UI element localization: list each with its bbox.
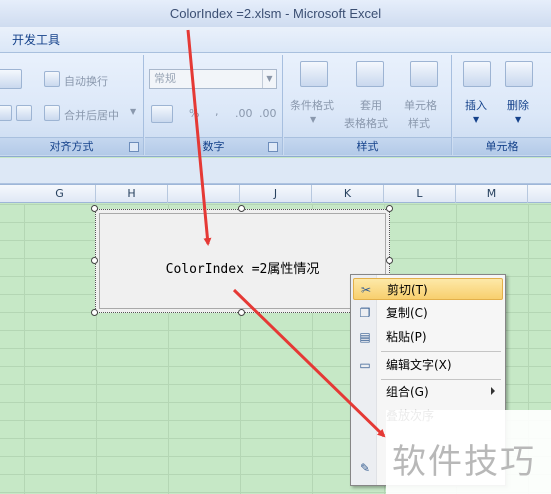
copy-icon: ❐	[359, 306, 371, 320]
column-header-l[interactable]: L	[384, 185, 456, 203]
cell-styles-icon[interactable]	[410, 61, 438, 87]
column-header-k[interactable]: K	[312, 185, 384, 203]
styles-group-label: 样式	[284, 137, 451, 155]
wrap-text-button[interactable]: 自动换行	[64, 73, 108, 89]
menu-item-cut-label: 剪切(T)	[387, 283, 428, 297]
menu-item-edit-text[interactable]: ▭ 编辑文字(X)	[353, 354, 503, 376]
watermark: 软件技巧	[386, 410, 551, 494]
resize-handle-bl[interactable]	[91, 309, 98, 316]
delete-dropdown-icon[interactable]: ▼	[515, 115, 521, 124]
merge-dropdown-icon[interactable]: ▼	[130, 107, 136, 116]
menu-item-paste[interactable]: ▤ 粘贴(P)	[353, 326, 503, 348]
menu-separator	[381, 379, 501, 380]
edit-text-icon: ▭	[359, 358, 371, 372]
indent-increase-icon[interactable]	[16, 105, 32, 121]
column-header-g[interactable]: G	[24, 185, 96, 203]
column-header-h[interactable]: H	[96, 185, 168, 203]
menu-item-paste-label: 粘贴(P)	[386, 330, 427, 344]
delete-button[interactable]: 删除	[507, 97, 529, 113]
number-launcher-icon[interactable]	[268, 142, 278, 152]
orientation-icon[interactable]	[0, 69, 22, 89]
window-title: ColorIndex =2.xlsm - Microsoft Excel	[0, 0, 551, 27]
table-format-icon[interactable]	[356, 61, 384, 87]
indent-decrease-icon[interactable]	[0, 105, 12, 121]
menu-item-edit-text-label: 编辑文字(X)	[386, 358, 452, 372]
cells-group: 插入 ▼ 删除 ▼ 单元格	[453, 55, 551, 155]
formula-bar-area	[0, 158, 551, 184]
ribbon: 自动换行 合并后居中 ▼ 对齐方式 常规 ▼ % , .00 .00 数字 条件…	[0, 53, 551, 157]
tab-developer[interactable]: 开发工具	[6, 27, 66, 53]
text-shape[interactable]: ColorIndex =2属性情况	[95, 209, 390, 313]
cell-styles-line1[interactable]: 单元格	[404, 97, 437, 113]
conditional-dropdown-icon[interactable]: ▼	[310, 115, 316, 124]
resize-handle-mr[interactable]	[386, 257, 393, 264]
merge-center-icon[interactable]	[44, 105, 60, 121]
number-format-value: 常规	[154, 72, 176, 85]
merge-center-button[interactable]: 合并后居中	[64, 107, 119, 123]
resize-handle-tr[interactable]	[386, 205, 393, 212]
menu-bar: 开发工具	[0, 27, 551, 53]
comma-button[interactable]: ,	[215, 105, 219, 118]
column-header-j[interactable]: J	[240, 185, 312, 203]
currency-icon[interactable]	[151, 105, 173, 123]
menu-item-group-label: 组合(G)	[386, 385, 429, 399]
column-header-row: G H I J K L M	[0, 184, 551, 203]
insert-icon[interactable]	[463, 61, 491, 87]
resize-handle-ml[interactable]	[91, 257, 98, 264]
menu-separator	[381, 351, 501, 352]
wrap-text-icon[interactable]	[44, 71, 60, 87]
menu-item-copy-label: 复制(C)	[386, 306, 428, 320]
insert-dropdown-icon[interactable]: ▼	[473, 115, 479, 124]
alignment-launcher-icon[interactable]	[129, 142, 139, 152]
watermark-text: 软件技巧	[392, 442, 536, 482]
number-format-select[interactable]: 常规 ▼	[149, 69, 277, 89]
column-header-m[interactable]: M	[456, 185, 528, 203]
scissors-icon: ✂	[360, 283, 372, 297]
resize-handle-bm[interactable]	[238, 309, 245, 316]
grid-line	[24, 204, 25, 494]
table-format-line2[interactable]: 表格格式	[344, 115, 388, 131]
menu-item-cut[interactable]: ✂ 剪切(T)	[353, 278, 503, 300]
column-header-i[interactable]: I	[168, 185, 240, 203]
decrease-decimal-button[interactable]: .00	[259, 107, 277, 120]
chevron-down-icon: ▼	[262, 70, 276, 88]
resize-handle-tm[interactable]	[238, 205, 245, 212]
number-group-label: 数字	[145, 137, 282, 155]
submenu-arrow-icon	[491, 387, 495, 395]
shape-body: ColorIndex =2属性情况	[99, 213, 386, 309]
percent-button[interactable]: %	[189, 107, 199, 120]
increase-decimal-button[interactable]: .00	[235, 107, 253, 120]
format-brush-icon: ✎	[359, 461, 371, 475]
menu-item-copy[interactable]: ❐ 复制(C)	[353, 302, 503, 324]
alignment-group: 自动换行 合并后居中 ▼ 对齐方式	[0, 55, 144, 155]
insert-button[interactable]: 插入	[465, 97, 487, 113]
cells-group-label: 单元格	[453, 137, 551, 155]
conditional-format-button[interactable]: 条件格式	[290, 97, 334, 113]
conditional-format-icon[interactable]	[300, 61, 328, 87]
shape-text: ColorIndex =2属性情况	[165, 262, 320, 277]
alignment-group-label: 对齐方式	[0, 137, 143, 155]
styles-group: 条件格式 ▼ 套用 表格格式 单元格 样式 样式	[284, 55, 452, 155]
delete-icon[interactable]	[505, 61, 533, 87]
cell-styles-line2[interactable]: 样式	[408, 115, 430, 131]
table-format-line1[interactable]: 套用	[360, 97, 382, 113]
paste-icon: ▤	[359, 330, 371, 344]
menu-item-group[interactable]: 组合(G)	[353, 381, 503, 403]
number-group: 常规 ▼ % , .00 .00 数字	[145, 55, 283, 155]
resize-handle-tl[interactable]	[91, 205, 98, 212]
